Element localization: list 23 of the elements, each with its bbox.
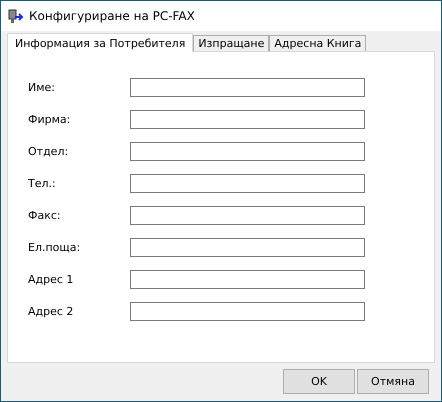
- input-field[interactable]: [130, 110, 365, 129]
- tab[interactable]: Изпращане: [193, 35, 270, 51]
- tab[interactable]: Адресна Книга: [269, 35, 366, 51]
- field-label: Адрес 1: [28, 273, 74, 286]
- field-label: Адрес 2: [28, 305, 74, 318]
- input-field[interactable]: [130, 206, 365, 225]
- window-title: Конфигуриране на PC-FAX: [29, 9, 195, 23]
- input-field[interactable]: [130, 174, 365, 193]
- field-label: Фирма:: [28, 113, 72, 126]
- field-label: Тел.:: [28, 177, 57, 190]
- field-label: Отдел:: [28, 145, 70, 158]
- field-label: Факс:: [28, 209, 62, 222]
- input-field[interactable]: [130, 142, 365, 161]
- dialog-button[interactable]: OK: [283, 369, 355, 394]
- input-field[interactable]: [130, 238, 365, 257]
- input-field[interactable]: [130, 302, 365, 321]
- field-label: Ел.поща:: [28, 241, 82, 254]
- input-field[interactable]: [130, 270, 365, 289]
- tab[interactable]: Информация за Потребителя: [7, 33, 194, 52]
- fax-arrow-icon: [8, 8, 24, 24]
- dialog-button[interactable]: Отмяна: [357, 369, 429, 394]
- input-field[interactable]: [130, 78, 365, 97]
- field-label: Име:: [28, 81, 56, 94]
